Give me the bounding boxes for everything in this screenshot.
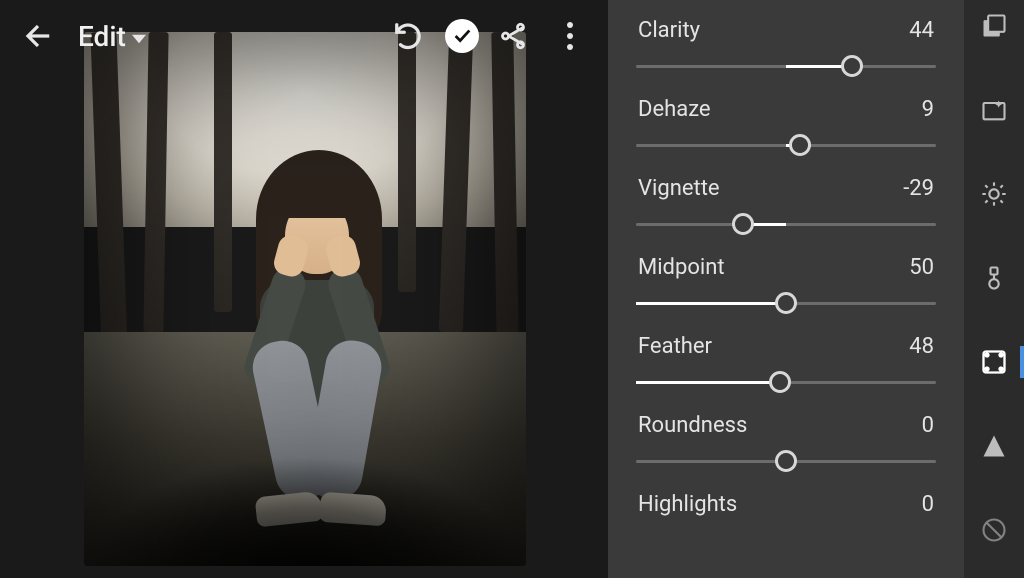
slider-vignette: Vignette -29	[636, 176, 936, 235]
back-arrow-icon	[23, 21, 53, 51]
slider-thumb[interactable]	[775, 292, 797, 314]
edit-mode-dropdown[interactable]: Edit	[78, 20, 146, 53]
auto-icon	[980, 96, 1008, 124]
back-button[interactable]	[16, 14, 60, 58]
settings-panel: Clarity 44 Dehaze 9 Vignette -29 Midpoint 50 Fea…	[608, 0, 964, 578]
slider-value: 9	[922, 97, 934, 122]
edit-mode-label: Edit	[78, 20, 126, 53]
slider-track[interactable]	[636, 292, 936, 314]
slider-value: 0	[922, 413, 934, 438]
undo-icon	[393, 21, 423, 51]
preview-pane: Edit	[0, 0, 608, 578]
slider-thumb[interactable]	[732, 213, 754, 235]
slider-highlights: Highlights 0	[636, 492, 936, 517]
color-tool[interactable]	[974, 258, 1014, 298]
photo-preview[interactable]	[84, 32, 526, 566]
slider-thumb[interactable]	[789, 134, 811, 156]
caret-down-icon	[132, 20, 146, 53]
slider-label: Midpoint	[638, 255, 725, 280]
slider-track[interactable]	[636, 213, 936, 235]
slider-label: Roundness	[638, 413, 747, 438]
slider-track[interactable]	[636, 55, 936, 77]
confirm-button[interactable]	[440, 14, 484, 58]
slider-thumb[interactable]	[769, 371, 791, 393]
slider-value: 50	[909, 255, 934, 280]
slider-clarity: Clarity 44	[636, 18, 936, 77]
slider-label: Highlights	[638, 492, 737, 517]
light-tool[interactable]	[974, 174, 1014, 214]
light-icon	[980, 180, 1008, 208]
slider-value: 0	[922, 492, 934, 517]
effects-tool[interactable]	[974, 342, 1014, 382]
slider-midpoint: Midpoint 50	[636, 255, 936, 314]
slider-dehaze: Dehaze 9	[636, 97, 936, 156]
slider-track[interactable]	[636, 134, 936, 156]
slider-track[interactable]	[636, 450, 936, 472]
undo-button[interactable]	[386, 14, 430, 58]
slider-value: 48	[909, 334, 934, 359]
versions-icon	[980, 12, 1008, 40]
top-bar: Edit	[0, 0, 608, 72]
detail-icon	[980, 432, 1008, 460]
slider-label: Vignette	[638, 176, 720, 201]
slider-thumb[interactable]	[841, 55, 863, 77]
slider-value: 44	[909, 18, 934, 43]
slider-track[interactable]	[636, 371, 936, 393]
share-button[interactable]	[494, 14, 538, 58]
more-vertical-icon	[567, 22, 573, 50]
slider-label: Dehaze	[638, 97, 711, 122]
detail-tool[interactable]	[974, 426, 1014, 466]
slider-feather: Feather 48	[636, 334, 936, 393]
share-icon	[501, 21, 531, 51]
optics-tool[interactable]	[974, 510, 1014, 550]
auto-tool[interactable]	[974, 90, 1014, 130]
effects-icon	[980, 348, 1008, 376]
versions-tool[interactable]	[974, 6, 1014, 46]
check-circle-icon	[445, 19, 479, 53]
optics-icon	[980, 516, 1008, 544]
more-menu-button[interactable]	[548, 14, 592, 58]
color-icon	[980, 264, 1008, 292]
slider-roundness: Roundness 0	[636, 413, 936, 472]
slider-label: Clarity	[638, 18, 700, 43]
tool-strip	[964, 0, 1024, 578]
slider-thumb[interactable]	[775, 450, 797, 472]
slider-value: -29	[903, 176, 934, 201]
slider-label: Feather	[638, 334, 712, 359]
